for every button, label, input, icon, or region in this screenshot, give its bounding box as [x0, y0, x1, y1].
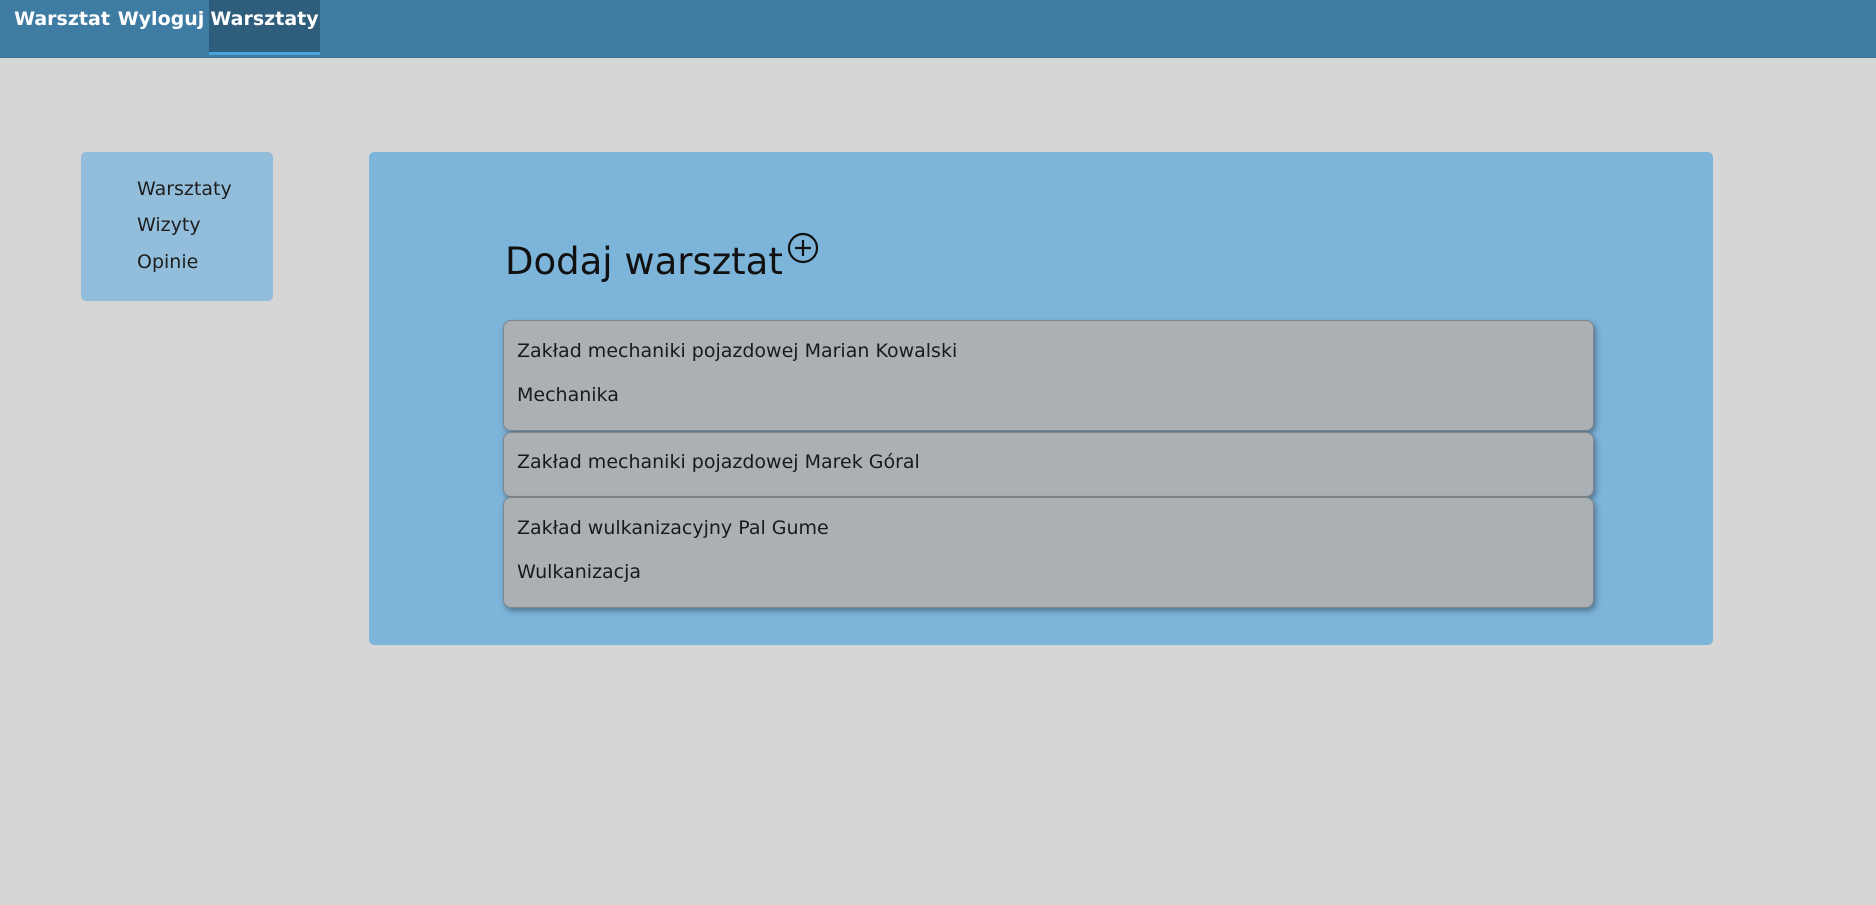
nav-item-warsztat[interactable]: Warsztat — [12, 0, 112, 55]
top-navbar: Warsztat Wyloguj Warsztaty — [0, 0, 1876, 58]
nav-item-warsztaty[interactable]: Warsztaty — [209, 0, 320, 55]
sidebar-item-warsztaty[interactable]: Warsztaty — [137, 178, 232, 200]
workshop-card[interactable]: Zakład wulkanizacyjny Pal Gume Wulkaniza… — [503, 497, 1594, 608]
nav-item-wyloguj[interactable]: Wyloguj — [116, 0, 206, 55]
workshop-card[interactable]: Zakład mechaniki pojazdowej Marian Kowal… — [503, 320, 1594, 431]
sidebar-item-opinie[interactable]: Opinie — [137, 251, 198, 273]
workshops-panel: Dodaj warsztat Zakład mechaniki pojazdow… — [369, 152, 1713, 645]
page-title: Dodaj warsztat — [505, 240, 783, 283]
workshop-card[interactable]: Zakład mechaniki pojazdowej Marek Góral — [503, 432, 1594, 497]
workshop-name: Zakład mechaniki pojazdowej Marian Kowal… — [517, 340, 958, 362]
workshop-type: Mechanika — [517, 384, 619, 406]
sidebar: Warsztaty Wizyty Opinie — [81, 152, 273, 301]
workshop-name: Zakład mechaniki pojazdowej Marek Góral — [517, 451, 920, 473]
plus-circle-icon[interactable] — [787, 232, 819, 264]
workshop-name: Zakład wulkanizacyjny Pal Gume — [517, 517, 829, 539]
sidebar-item-wizyty[interactable]: Wizyty — [137, 214, 201, 236]
workshop-type: Wulkanizacja — [517, 561, 642, 583]
